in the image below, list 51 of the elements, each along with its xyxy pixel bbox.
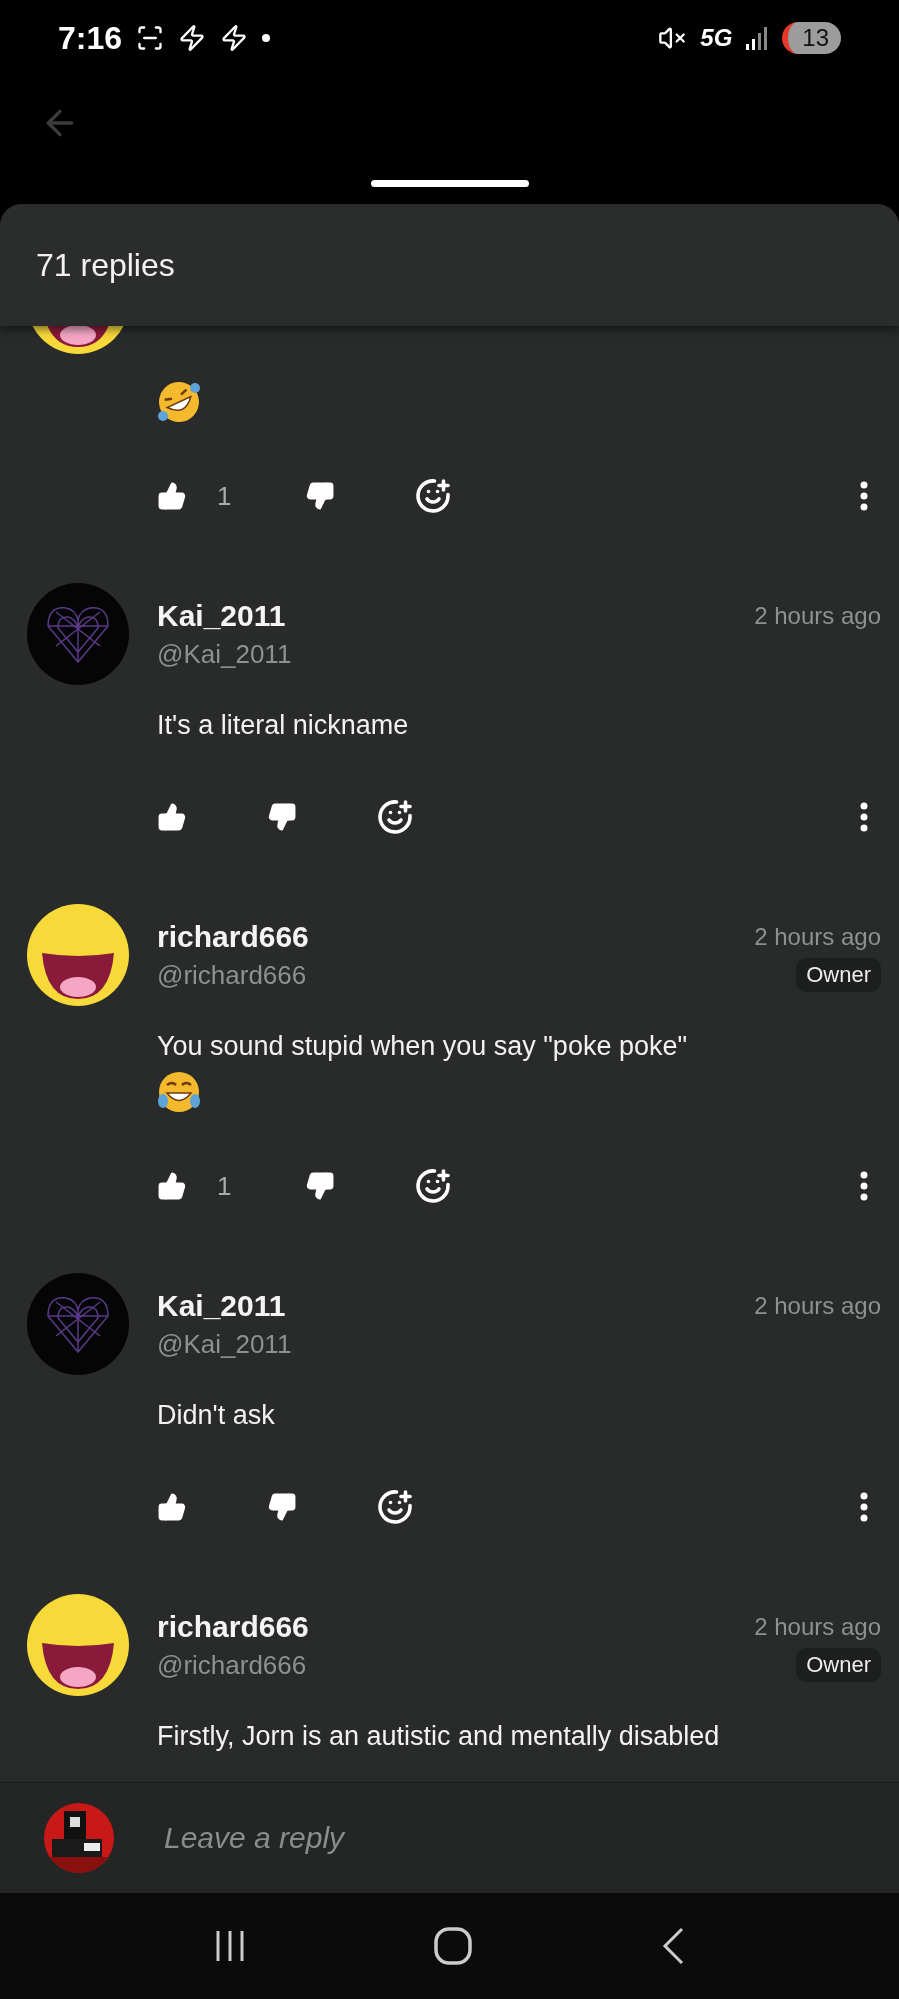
comment-text: It's a literal nickname [157,709,410,742]
reply-field[interactable]: Leave a reply [162,1807,869,1869]
user-name[interactable]: richard666 [157,1607,309,1647]
owner-badge: Owner [796,1648,881,1682]
user-name[interactable]: Kai_2011 [157,596,286,636]
add-reaction-button[interactable] [415,1168,452,1204]
comment-text: Didn't ask [157,1399,276,1432]
like-button[interactable] [157,481,187,511]
user-handle: @Kai_2011 [157,638,292,671]
dislike-button[interactable] [305,481,336,511]
user-name[interactable]: richard666 [157,917,309,957]
status-time: 7:16 [58,19,123,57]
sheet-handle[interactable] [370,180,529,187]
lightning-icon [178,24,207,52]
like-count: 1 [217,1170,232,1202]
replies-count: 71 replies [36,246,175,284]
more-icon[interactable] [859,1492,869,1522]
comment-time: 2 hours ago [754,601,881,631]
screenshot-icon [136,24,165,52]
user-name[interactable]: Kai_2011 [157,1286,286,1326]
dislike-button[interactable] [305,1171,336,1201]
more-icon[interactable] [859,1171,869,1201]
back-icon[interactable] [662,1927,685,1965]
owner-badge: Owner [796,958,881,992]
like-count: 1 [217,480,232,512]
like-button[interactable] [157,802,187,832]
comment-time: 2 hours ago [754,1291,881,1321]
comment-text: You sound stupid when you say "poke poke" [157,1030,689,1063]
recent-apps-icon[interactable] [214,1929,245,1963]
user-handle: @richard666 [157,1649,307,1682]
dislike-button[interactable] [267,1492,297,1522]
signal-icon [746,26,769,50]
user-handle: @Kai_2011 [157,1328,292,1361]
add-reaction-button[interactable] [415,478,452,514]
add-reaction-button[interactable] [377,799,413,835]
comment-time: 2 hours ago [754,1612,881,1642]
more-icon[interactable] [859,481,869,511]
dislike-button[interactable] [267,802,297,832]
lightning-icon [220,24,249,52]
network-type: 5G [700,24,733,52]
reply-bar[interactable]: Leave a reply [0,1782,899,1893]
like-button[interactable] [157,1492,187,1522]
comment-text: Firstly, Jorn is an autistic and mentally disabled [157,1720,721,1753]
like-button[interactable] [157,1171,187,1201]
user-handle: @richard666 [157,959,307,992]
add-reaction-button[interactable] [377,1489,413,1525]
comment-time: 2 hours ago [754,922,881,952]
home-icon[interactable] [434,1927,473,1965]
more-icon[interactable] [859,802,869,832]
battery-level: 13 [782,22,841,54]
notification-dot-icon [262,34,271,42]
